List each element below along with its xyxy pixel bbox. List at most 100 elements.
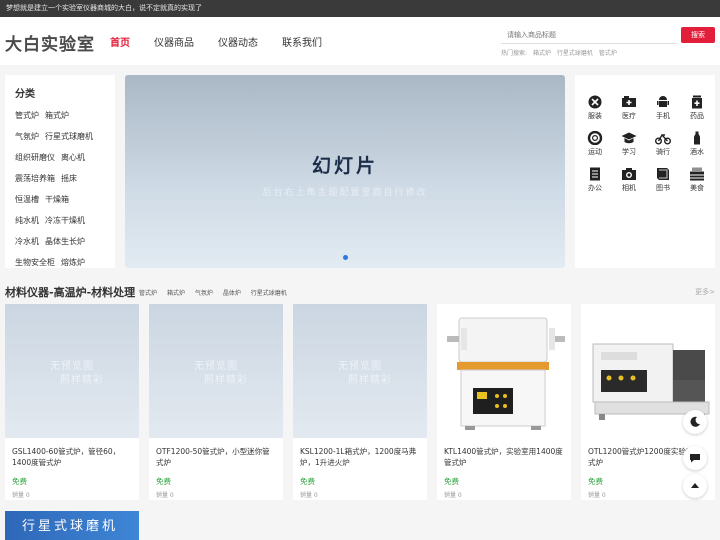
product-card[interactable]: OTL1200管式炉1200度实验室管式炉 免费 销量 0 bbox=[581, 304, 715, 500]
search-area: 搜索 热门搜索: 箱式炉 行星式球磨机 管式炉 bbox=[501, 27, 715, 57]
hot-search-item[interactable]: 管式炉 bbox=[599, 50, 617, 57]
quick-link-camera[interactable]: 相机 bbox=[612, 167, 646, 193]
phone-icon bbox=[657, 96, 669, 107]
section-tag[interactable]: 气氛炉 bbox=[195, 290, 213, 297]
section-title: 材料仪器-高温炉-材料处理 bbox=[5, 286, 136, 299]
quick-link-study[interactable]: 学习 bbox=[612, 131, 646, 157]
placeholder-text: 无预览图 bbox=[50, 361, 94, 372]
product-image-placeholder: 无预览图照样精彩 bbox=[293, 304, 427, 438]
category-row: 气氛炉 行星式球磨机 bbox=[15, 131, 105, 142]
quick-link-label: 图书 bbox=[656, 184, 670, 192]
category-link[interactable]: 熔炼炉 bbox=[61, 258, 85, 267]
clothes-icon bbox=[588, 95, 602, 109]
category-link[interactable]: 管式炉 bbox=[15, 111, 39, 120]
quick-link-label: 药品 bbox=[690, 112, 704, 120]
category-link[interactable]: 干燥箱 bbox=[45, 195, 69, 204]
food-icon bbox=[690, 167, 704, 181]
category-link[interactable]: 摇床 bbox=[61, 174, 77, 183]
quick-link-phone[interactable]: 手机 bbox=[646, 95, 680, 121]
category-row: 恒温槽 干燥箱 bbox=[15, 194, 105, 205]
nav-news[interactable]: 仪器动态 bbox=[218, 34, 258, 49]
product-price: 免费 bbox=[300, 477, 315, 486]
quick-category-panel: 服装 医疗 手机 药品 运动 学习 骑行 酒水 办公 相机 图书 美食 bbox=[575, 75, 715, 268]
placeholder-text: 无预览图 bbox=[338, 361, 382, 372]
category-link[interactable]: 冷水机 bbox=[15, 237, 39, 246]
hero-slider[interactable]: 幻灯片 后台右上角主题配置里面自行修改 bbox=[125, 75, 565, 268]
more-link[interactable]: 更多> bbox=[695, 287, 715, 297]
camera-icon bbox=[622, 168, 636, 180]
tube-furnace-image bbox=[447, 317, 565, 430]
product-price: 免费 bbox=[12, 477, 27, 486]
category-link[interactable]: 纯水机 bbox=[15, 216, 39, 225]
product-image-placeholder: 无预览图 照样精彩 bbox=[5, 304, 139, 438]
quick-link-label: 服装 bbox=[588, 112, 602, 120]
quick-link-food[interactable]: 美食 bbox=[680, 167, 714, 193]
product-card[interactable]: 无预览图照样精彩 KSL1200-1L箱式炉，1200度马弗炉，1升进火炉 免费… bbox=[293, 304, 427, 500]
quick-link-medical[interactable]: 医疗 bbox=[612, 95, 646, 121]
category-link[interactable]: 组织研磨仪 bbox=[15, 153, 55, 162]
product-name[interactable]: GSL1400-60管式炉，管径60，1400度管式炉 bbox=[5, 438, 139, 474]
quick-link-sport[interactable]: 运动 bbox=[578, 131, 612, 157]
books-icon bbox=[657, 168, 669, 180]
search-input[interactable] bbox=[501, 27, 677, 44]
quick-link-cycling[interactable]: 骑行 bbox=[646, 131, 680, 157]
category-link[interactable]: 冷冻干燥机 bbox=[45, 216, 85, 225]
product-price: 免费 bbox=[444, 477, 459, 486]
category-link[interactable]: 震荡培养箱 bbox=[15, 174, 55, 183]
medicine-icon bbox=[692, 95, 702, 109]
product-name[interactable]: OTF1200-50管式炉，小型迷你管式炉 bbox=[149, 438, 283, 474]
placeholder-text: 无预览图 bbox=[194, 361, 238, 372]
category-row: 冷水机 晶体生长炉 bbox=[15, 236, 105, 247]
dark-mode-toggle[interactable] bbox=[683, 410, 707, 434]
quick-link-office[interactable]: 办公 bbox=[578, 167, 612, 193]
quick-link-label: 运动 bbox=[588, 148, 602, 156]
customer-service-button[interactable] bbox=[683, 446, 707, 470]
section-tag[interactable]: 管式炉 bbox=[139, 290, 157, 297]
quick-link-drinks[interactable]: 酒水 bbox=[680, 131, 714, 157]
section-tags: 管式炉 箱式炉 气氛炉 晶体炉 行星式球磨机 bbox=[139, 288, 295, 297]
section-tag[interactable]: 行星式球磨机 bbox=[251, 290, 287, 297]
slide-indicator-dot[interactable] bbox=[343, 255, 348, 260]
nav-products[interactable]: 仪器商品 bbox=[154, 34, 194, 49]
section-tag[interactable]: 晶体炉 bbox=[223, 290, 241, 297]
quick-link-clothes[interactable]: 服装 bbox=[578, 95, 612, 121]
product-name[interactable]: KSL1200-1L箱式炉，1200度马弗炉，1升进火炉 bbox=[293, 438, 427, 474]
nav-home[interactable]: 首页 bbox=[110, 34, 130, 49]
quick-link-books[interactable]: 图书 bbox=[646, 167, 680, 193]
hot-search-item[interactable]: 行星式球磨机 bbox=[557, 50, 593, 57]
hot-search-item[interactable]: 箱式炉 bbox=[533, 50, 551, 57]
site-logo[interactable]: 大白实验室 bbox=[5, 30, 95, 55]
category-row: 生物安全柜 熔炼炉 bbox=[15, 257, 105, 268]
quick-link-medicine[interactable]: 药品 bbox=[680, 95, 714, 121]
category-link[interactable]: 恒温槽 bbox=[15, 195, 39, 204]
quick-link-label: 美食 bbox=[690, 184, 704, 192]
search-button[interactable]: 搜索 bbox=[681, 27, 715, 43]
category-link[interactable]: 箱式炉 bbox=[45, 111, 69, 120]
category-link[interactable]: 离心机 bbox=[61, 153, 85, 162]
category-link[interactable]: 气氛炉 bbox=[15, 132, 39, 141]
back-to-top-button[interactable] bbox=[683, 474, 707, 498]
product-name[interactable]: KTL1400管式炉，实验室用1400度管式炉 bbox=[437, 438, 571, 474]
study-icon bbox=[621, 132, 637, 144]
product-card[interactable]: 无预览图 照样精彩 OTF1200-50管式炉，小型迷你管式炉 免费 销量 0 bbox=[149, 304, 283, 500]
placeholder-text: 照样精彩 bbox=[204, 375, 248, 386]
category-link[interactable]: 晶体生长炉 bbox=[45, 237, 85, 246]
quick-link-label: 酒水 bbox=[690, 148, 704, 156]
category-link[interactable]: 生物安全柜 bbox=[15, 258, 55, 267]
quick-link-label: 骑行 bbox=[656, 148, 670, 156]
product-card[interactable]: 无预览图 照样精彩 GSL1400-60管式炉，管径60，1400度管式炉 免费 … bbox=[5, 304, 139, 500]
quick-link-label: 相机 bbox=[622, 184, 636, 192]
category-title: 分类 bbox=[15, 89, 35, 100]
chat-icon bbox=[690, 454, 700, 463]
section-header: 材料仪器-高温炉-材料处理 管式炉 箱式炉 气氛炉 晶体炉 行星式球磨机 更多> bbox=[5, 284, 715, 300]
banner-text: 行星式球磨机 bbox=[22, 519, 119, 534]
product-sales: 销量 0 bbox=[444, 492, 462, 499]
top-announcement-bar: 梦想就是建立一个实验室仪器商城的大白，说不定就真的实现了 bbox=[0, 0, 720, 17]
section-tag[interactable]: 箱式炉 bbox=[167, 290, 185, 297]
cycling-icon bbox=[655, 133, 671, 145]
nav-contact[interactable]: 联系我们 bbox=[282, 34, 322, 49]
category-link[interactable]: 行星式球磨机 bbox=[45, 132, 93, 141]
placeholder-text: 照样精彩 bbox=[348, 375, 392, 386]
product-card[interactable]: KTL1400管式炉，实验室用1400度管式炉 免费 销量 0 bbox=[437, 304, 571, 500]
ball-mill-banner[interactable]: 行星式球磨机 bbox=[5, 511, 139, 540]
